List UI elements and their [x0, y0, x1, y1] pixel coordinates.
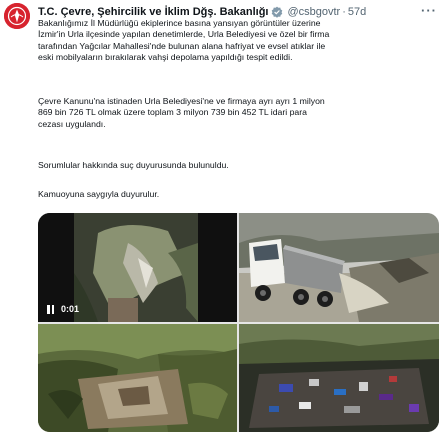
avatar[interactable]	[4, 3, 30, 29]
tweet-paragraph: Çevre Kanunu'na istinaden Urla Belediyes…	[38, 96, 325, 129]
tweet-paragraph: Bakanlığımız İl Müdürlüğü ekiplerince ba…	[38, 18, 330, 62]
video-thumbnail[interactable]: 0:01	[38, 213, 237, 322]
media-grid: 0:01	[38, 213, 439, 432]
display-name[interactable]: T.C. Çevre, Şehircilik ve İklim Dğş. Bak…	[38, 6, 268, 18]
photo-debris-shrubs[interactable]	[38, 324, 237, 432]
photo-waste-pile[interactable]	[239, 324, 439, 432]
handle[interactable]: @csbgovtr	[287, 6, 340, 18]
government-verified-badge-icon	[271, 6, 283, 18]
pause-icon[interactable]	[46, 304, 55, 314]
timestamp[interactable]: 57d	[348, 6, 366, 18]
more-options-icon[interactable]: ···	[421, 3, 437, 18]
tweet-paragraph: Sorumlular hakkında suç duyurusunda bulu…	[38, 160, 229, 170]
tweet-paragraph: Kamuoyuna saygıyla duyurulur.	[38, 189, 160, 199]
ministry-logo-icon	[4, 3, 30, 29]
video-controls[interactable]: 0:01	[46, 302, 79, 316]
photo-dump-truck[interactable]	[239, 213, 439, 322]
tweet[interactable]: T.C. Çevre, Şehircilik ve İklim Dğş. Bak…	[0, 0, 443, 434]
video-timestamp: 0:01	[61, 304, 80, 314]
separator: ·	[342, 6, 346, 18]
